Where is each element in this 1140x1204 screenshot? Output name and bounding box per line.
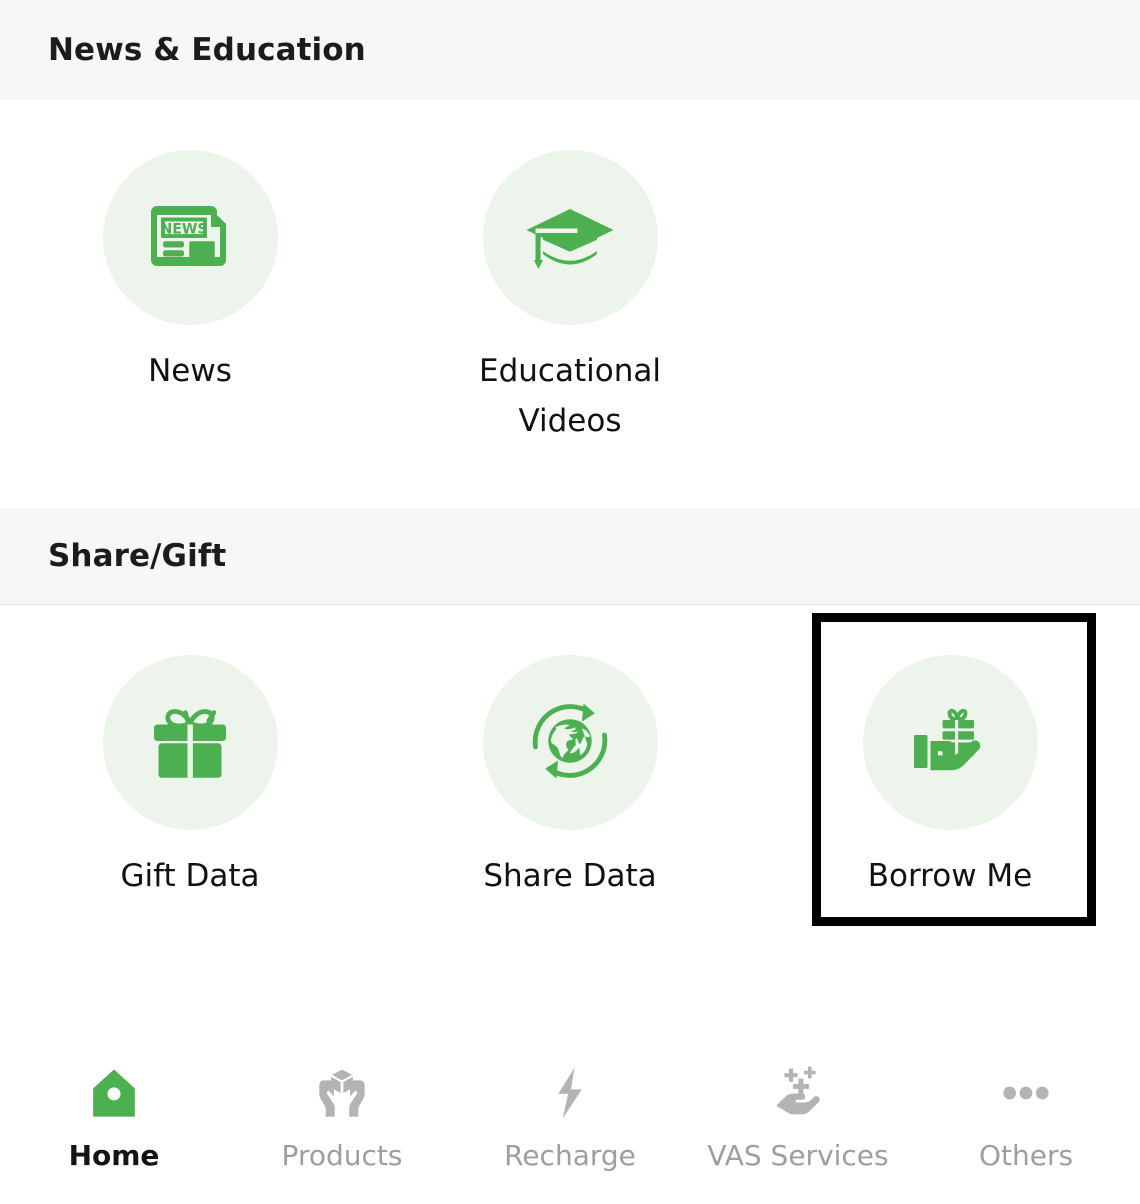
tile-label: Borrow Me <box>867 858 1033 894</box>
nav-item-recharge[interactable]: Recharge <box>456 1059 684 1172</box>
hand-sparkles-icon <box>769 1059 827 1127</box>
section-title: News & Education <box>48 32 366 68</box>
nav-item-label: Products <box>281 1139 403 1172</box>
section-header-news-education: News & Education <box>0 0 1140 100</box>
tile-label: Share Data <box>483 858 657 894</box>
nav-item-label: Recharge <box>504 1139 636 1172</box>
nav-item-label: VAS Services <box>707 1139 889 1172</box>
tile-news[interactable]: NEWS News <box>0 150 380 448</box>
tile-icon-background: NEWS <box>102 150 278 325</box>
tile-share-data[interactable]: Share Data <box>380 655 760 935</box>
nav-item-label: Home <box>68 1139 160 1172</box>
graduation-cap-icon <box>522 188 618 288</box>
tile-label: News <box>148 353 232 389</box>
tile-grid-news-education: NEWS News Educational Videos <box>0 100 1140 508</box>
nav-item-others[interactable]: Others <box>912 1059 1140 1172</box>
section-title: Share/Gift <box>48 538 227 574</box>
tile-icon-background <box>482 655 658 830</box>
three-dots-icon <box>997 1059 1055 1127</box>
newspaper-icon: NEWS <box>142 188 238 288</box>
section-header-share-gift: Share/Gift <box>0 508 1140 605</box>
hands-holding-box-icon <box>313 1059 371 1127</box>
tile-placeholder <box>760 150 1140 448</box>
tile-icon-background <box>862 655 1038 830</box>
home-icon <box>85 1059 143 1127</box>
globe-refresh-icon <box>522 693 618 793</box>
nav-item-vas-services[interactable]: VAS Services <box>684 1059 912 1172</box>
tile-gift-data[interactable]: Gift Data <box>0 655 380 935</box>
tile-icon-background <box>102 655 278 830</box>
svg-text:NEWS: NEWS <box>160 221 207 237</box>
lightning-bolt-icon <box>541 1059 599 1127</box>
nav-item-label: Others <box>978 1139 1074 1172</box>
tile-label: Educational Videos <box>479 353 661 439</box>
gift-box-icon <box>142 693 238 793</box>
tile-label: Gift Data <box>120 858 260 894</box>
tile-borrow-me[interactable]: Borrow Me <box>760 655 1140 935</box>
hand-holding-gift-icon <box>902 693 998 793</box>
tile-educational-videos[interactable]: Educational Videos <box>380 150 760 448</box>
tile-grid-share-gift: Gift Data Share Data Borrow Me <box>0 605 1140 935</box>
tile-icon-background <box>482 150 658 325</box>
bottom-navigation-bar: Home Products Recharge VAS Services Othe… <box>0 1029 1140 1204</box>
nav-item-products[interactable]: Products <box>228 1059 456 1172</box>
nav-item-home[interactable]: Home <box>0 1059 228 1172</box>
